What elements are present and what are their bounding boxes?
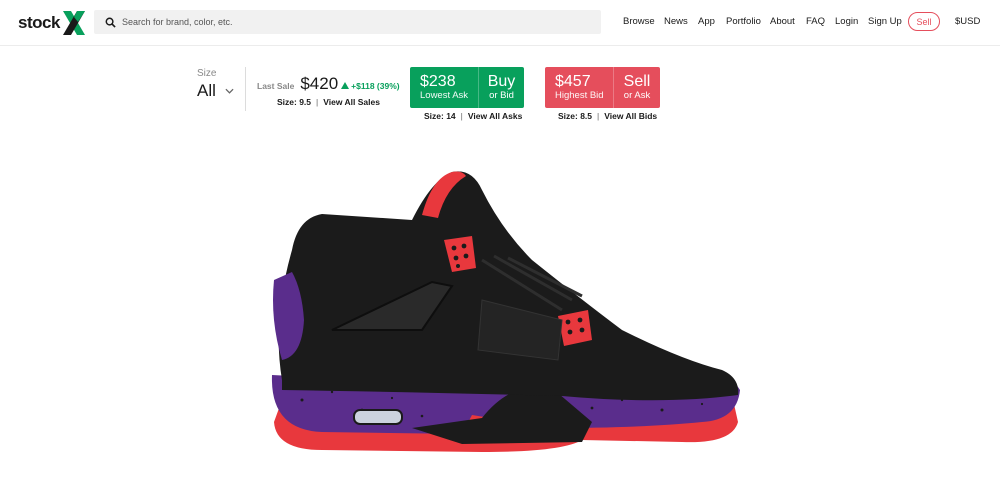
- separator: |: [597, 111, 600, 121]
- product-image: [271, 171, 740, 452]
- search-icon: [105, 17, 116, 28]
- stockx-logo[interactable]: stock: [18, 8, 87, 38]
- last-sale-price: $420: [300, 74, 339, 93]
- sell-label: Sell: [623, 73, 651, 90]
- buy-action: Buy or Bid: [479, 67, 524, 108]
- header-sell-button[interactable]: Sell: [908, 12, 940, 31]
- search-input[interactable]: [122, 17, 592, 27]
- nav-sign-up[interactable]: Sign Up: [868, 16, 902, 27]
- nav-app[interactable]: App: [698, 16, 715, 27]
- nav-portfolio[interactable]: Portfolio: [726, 16, 761, 27]
- chevron-down-icon: [225, 88, 234, 94]
- search-bar[interactable]: [94, 10, 601, 34]
- site-header: stock Browse News App Portfolio About FA…: [0, 0, 1000, 46]
- sell-button[interactable]: $457 Highest Bid Sell or Ask: [545, 67, 660, 108]
- size-label: Size: [197, 68, 217, 79]
- nav-faq[interactable]: FAQ: [806, 16, 825, 27]
- divider: [245, 67, 246, 111]
- last-sale: Last Sale $420 +$118 (39%): [257, 74, 400, 94]
- logo-text: stock: [18, 13, 60, 32]
- lowest-ask: $238 Lowest Ask: [410, 67, 478, 108]
- buy-details: Size: 14 | View All Asks: [424, 111, 522, 121]
- sell-details: Size: 8.5 | View All Bids: [558, 111, 657, 121]
- view-all-asks-link[interactable]: View All Asks: [468, 111, 523, 121]
- highest-bid-label: Highest Bid: [555, 90, 604, 101]
- view-all-bids-link[interactable]: View All Bids: [604, 111, 657, 121]
- lowest-ask-price: $238: [420, 73, 456, 90]
- highest-bid: $457 Highest Bid: [545, 67, 613, 108]
- buy-or-bid: or Bid: [489, 90, 514, 101]
- up-arrow-icon: [341, 82, 350, 89]
- sell-action: Sell or Ask: [614, 67, 660, 108]
- nav-browse[interactable]: Browse: [623, 16, 655, 27]
- nav-login[interactable]: Login: [835, 16, 858, 27]
- nav-news[interactable]: News: [664, 16, 688, 27]
- lowest-ask-label: Lowest Ask: [420, 90, 469, 101]
- sell-or-ask: or Ask: [623, 90, 651, 101]
- last-sale-details: Size: 9.5 | View All Sales: [277, 97, 380, 107]
- logo-x-icon: [62, 11, 85, 35]
- price-change: +$118 (39%): [341, 80, 400, 91]
- currency-selector[interactable]: $USD: [955, 16, 980, 27]
- nav-about[interactable]: About: [770, 16, 795, 27]
- highest-bid-price: $457: [555, 73, 591, 90]
- view-all-sales-link[interactable]: View All Sales: [323, 97, 380, 107]
- size-selector[interactable]: Size All: [197, 68, 234, 101]
- separator: |: [460, 111, 463, 121]
- separator: |: [316, 97, 319, 107]
- size-dropdown[interactable]: All: [197, 81, 234, 101]
- lowest-ask-size: Size: 14: [424, 111, 456, 121]
- size-value: All: [197, 81, 216, 100]
- last-sale-size: Size: 9.5: [277, 97, 312, 107]
- last-sale-label: Last Sale: [257, 81, 295, 91]
- price-change-value: +$118 (39%): [351, 80, 400, 91]
- buy-label: Buy: [487, 73, 516, 90]
- buy-button[interactable]: $238 Lowest Ask Buy or Bid: [410, 67, 524, 108]
- highest-bid-size: Size: 8.5: [558, 111, 593, 121]
